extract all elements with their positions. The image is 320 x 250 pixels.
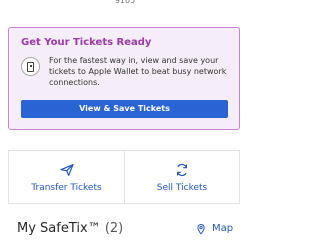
send-icon bbox=[59, 164, 74, 176]
card-title: Get Your Tickets Ready bbox=[21, 37, 152, 48]
map-link[interactable]: Map bbox=[196, 221, 233, 236]
ticket-count: (2) bbox=[104, 221, 124, 236]
get-tickets-ready-card: Get Your Tickets Ready For the fastest w… bbox=[8, 27, 240, 130]
top-cut-off-area: 9105 bbox=[0, 0, 250, 14]
refresh-icon bbox=[177, 163, 187, 177]
phone-icon-shape bbox=[27, 61, 34, 72]
transfer-tickets-label: Transfer Tickets bbox=[31, 183, 102, 193]
location-pin-icon bbox=[197, 224, 205, 235]
card-message: For the fastest way in, view and save yo… bbox=[49, 56, 227, 87]
sell-tickets-button[interactable]: Sell Tickets bbox=[124, 151, 239, 203]
phone-icon bbox=[21, 57, 40, 76]
sell-tickets-label: Sell Tickets bbox=[156, 183, 208, 193]
map-label: Map bbox=[212, 223, 234, 234]
safetix-title: My SafeTix™ bbox=[17, 221, 101, 236]
my-safetix-heading: My SafeTix™ (2) bbox=[17, 221, 123, 236]
view-save-tickets-button[interactable]: View & Save Tickets bbox=[21, 100, 228, 118]
ticket-actions: Transfer Tickets Sell Tickets bbox=[8, 150, 240, 204]
transfer-tickets-button[interactable]: Transfer Tickets bbox=[9, 151, 124, 203]
partial-header-text: 9105 bbox=[114, 0, 136, 5]
